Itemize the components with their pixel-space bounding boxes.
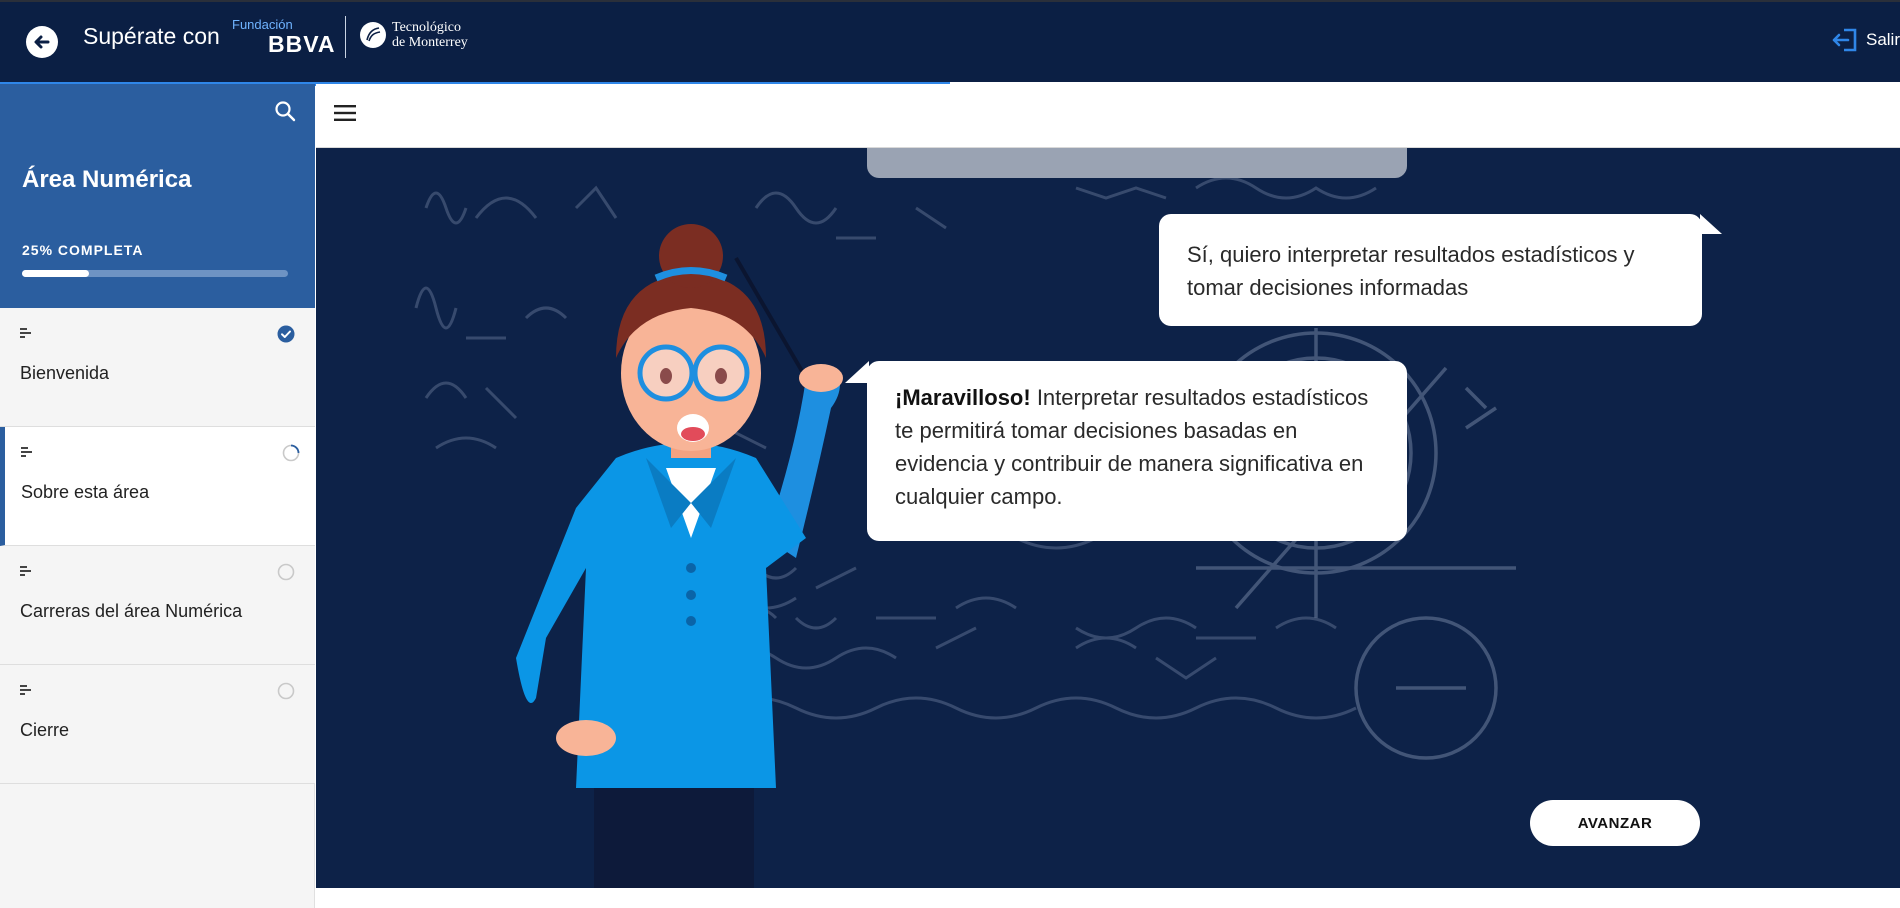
progress-label: 25% COMPLETA xyxy=(22,242,144,258)
sidebar-item-label: Bienvenida xyxy=(20,363,110,383)
tec-seal-icon xyxy=(360,22,386,48)
progress-bar xyxy=(22,270,288,277)
sidebar-item-sobre-esta-area[interactable]: Sobre esta área xyxy=(0,427,315,546)
search-icon[interactable] xyxy=(274,100,296,122)
sidebar-item-label: Sobre esta área xyxy=(21,482,150,502)
empty-circle-icon xyxy=(277,563,295,581)
tec-wordmark-line1: Tecnológico xyxy=(392,20,461,35)
hamburger-icon[interactable] xyxy=(332,100,358,126)
lesson-lines-icon xyxy=(20,566,31,576)
sidebar-item-carreras[interactable]: Carreras del área Numérica xyxy=(0,546,315,665)
mentor-message-emphasis: ¡Maravilloso! xyxy=(895,385,1031,410)
top-header: Supérate con Fundación BBVA Tecnológico … xyxy=(0,0,1900,86)
empty-circle-icon xyxy=(277,682,295,700)
bbva-wordmark: BBVA xyxy=(268,31,336,57)
tec-wordmark-line2: de Monterrey xyxy=(392,35,468,50)
bubble-tail xyxy=(845,361,869,383)
in-progress-icon xyxy=(282,444,300,462)
lesson-lines-icon xyxy=(20,685,31,695)
user-reply-bubble: Sí, quiero interpretar resultados estadí… xyxy=(1159,214,1722,326)
sidebar-header: Área Numérica 25% COMPLETA xyxy=(0,84,315,308)
exit-label: Salir xyxy=(1865,30,1900,49)
exit-icon xyxy=(1832,28,1857,52)
bubble-tail xyxy=(1700,214,1722,234)
sidebar-item-label: Cierre xyxy=(20,720,70,740)
content-footer xyxy=(316,888,1900,908)
sidebar-item-bienvenida[interactable]: Bienvenida xyxy=(0,308,315,427)
sidebar: Área Numérica 25% COMPLETA Bienvenida So… xyxy=(0,84,315,908)
lesson-lines-icon xyxy=(20,328,31,338)
lesson-lines-icon xyxy=(21,447,32,457)
tec-wordmark: Tecnológico de Monterrey xyxy=(392,20,468,50)
back-button[interactable] xyxy=(26,26,58,58)
bbva-logo: Fundación BBVA xyxy=(232,17,336,58)
area-title: Área Numérica xyxy=(22,166,192,193)
sidebar-item-cierre[interactable]: Cierre xyxy=(0,665,315,784)
tec-monterrey-logo: Tecnológico de Monterrey xyxy=(360,20,468,50)
mentor-message-bubble: ¡Maravilloso! Interpretar resultados est… xyxy=(845,361,1407,541)
bbva-foundation-label: Fundación xyxy=(232,17,293,32)
advance-button[interactable]: AVANZAR xyxy=(1530,800,1700,846)
content-toolbar xyxy=(316,84,1900,148)
arrow-left-icon xyxy=(34,35,50,49)
exit-button[interactable]: Salir xyxy=(1830,27,1900,53)
progress-bar-fill xyxy=(22,270,89,277)
logo-divider xyxy=(345,16,346,58)
lesson-stage: Sí, quiero interpretar resultados estadí… xyxy=(316,148,1900,888)
check-circle-icon xyxy=(277,325,295,343)
teacher-character-illustration xyxy=(516,224,843,888)
sidebar-item-label: Carreras del área Numérica xyxy=(20,601,243,621)
user-reply-text: Sí, quiero interpretar resultados estadí… xyxy=(1187,242,1635,300)
app-title: Supérate con xyxy=(83,23,220,49)
previous-message-bubble xyxy=(867,148,1407,178)
